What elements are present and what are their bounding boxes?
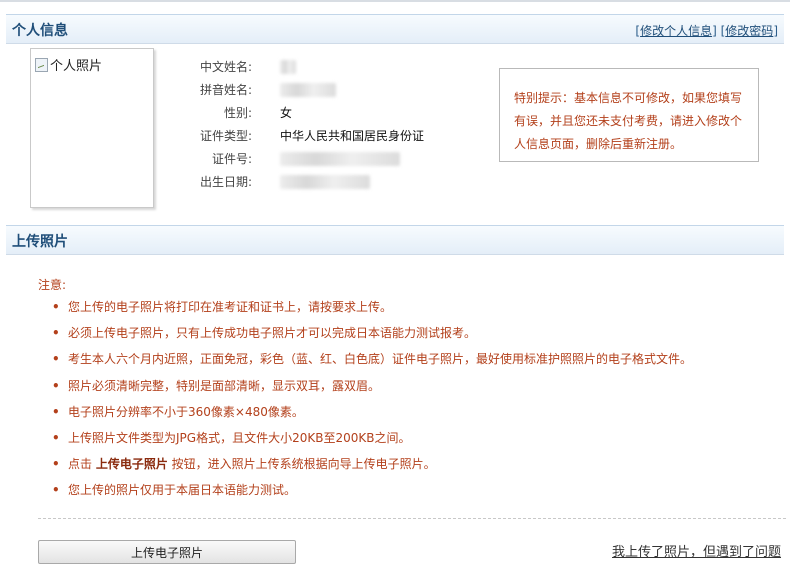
chinese-name-redacted	[280, 60, 296, 74]
chinese-name-label: 中文姓名:	[199, 60, 252, 74]
upload-rules-list: 您上传的电子照片将打印在准考证和证书上，请按要求上传。 必须上传电子照片，只有上…	[52, 297, 692, 507]
gender-value: 女	[280, 106, 293, 120]
id-number-label: 证件号:	[211, 152, 252, 166]
personal-info-header: 个人信息 [修改个人信息] [修改密码]	[6, 14, 784, 44]
attention-label: 注意:	[38, 278, 67, 292]
edit-personal-info-link[interactable]: 修改个人信息	[640, 24, 712, 38]
upload-photo-button[interactable]: 上传电子照片	[38, 540, 296, 564]
list-item: 您上传的电子照片将打印在准考证和证书上，请按要求上传。	[52, 297, 692, 323]
list-item: 考生本人六个月内近照，正面免冠，彩色（蓝、红、白色底）证件电子照片，最好使用标准…	[52, 349, 692, 375]
list-item: 必须上传电子照片，只有上传成功电子照片才可以完成日本语能力测试报考。	[52, 323, 692, 349]
broken-image-icon	[35, 57, 48, 72]
personal-photo: 个人照片	[30, 48, 154, 208]
id-number-redacted	[280, 152, 400, 166]
upload-photo-header: 上传照片	[6, 225, 784, 255]
special-notice-box: 特别提示：基本信息不可修改，如果您填写有误，并且您还未支付考费，请进入修改个人信…	[499, 68, 759, 162]
pinyin-name-label: 拼音姓名:	[199, 83, 252, 97]
upload-photo-emphasis: 上传电子照片	[95, 457, 168, 472]
personal-info-title: 个人信息	[12, 23, 68, 39]
list-item: 您上传的照片仅用于本届日本语能力测试。	[52, 480, 692, 506]
gender-row: 性别: 女	[170, 104, 490, 124]
id-type-value: 中华人民共和国居民身份证	[280, 129, 425, 143]
list-item: 上传照片文件类型为JPG格式，且文件大小20KB至200KB之间。	[52, 428, 692, 454]
id-type-row: 证件类型: 中华人民共和国居民身份证	[170, 127, 490, 147]
id-type-label: 证件类型:	[199, 129, 252, 143]
upload-photo-title: 上传照片	[12, 234, 68, 250]
chinese-name-row: 中文姓名:	[170, 58, 490, 78]
special-notice-text: 特别提示：基本信息不可修改，如果您填写有误，并且您还未支付考费，请进入修改个人信…	[514, 91, 743, 151]
upload-problem-link[interactable]: 我上传了照片，但遇到了问题	[612, 541, 781, 560]
photo-alt-text: 个人照片	[50, 59, 103, 74]
pinyin-name-redacted	[280, 83, 336, 97]
edit-password-link[interactable]: 修改密码	[725, 24, 773, 38]
pinyin-name-row: 拼音姓名:	[170, 81, 490, 101]
list-item: 电子照片分辨率不小于360像素×480像素。	[52, 402, 692, 428]
gender-label: 性别:	[223, 106, 252, 120]
id-number-row: 证件号:	[170, 150, 490, 170]
birth-date-redacted	[280, 175, 370, 189]
birth-date-label: 出生日期:	[199, 175, 252, 189]
header-links: [修改个人信息] [修改密码]	[635, 24, 778, 38]
birth-date-row: 出生日期:	[170, 173, 490, 193]
list-item-click-instruction: 点击 上传电子照片 按钮，进入照片上传系统根据向导上传电子照片。	[52, 454, 692, 480]
top-divider	[0, 0, 790, 2]
dashed-divider	[38, 518, 786, 519]
list-item: 照片必须清晰完整，特别是面部清晰，显示双耳，露双眉。	[52, 376, 692, 402]
